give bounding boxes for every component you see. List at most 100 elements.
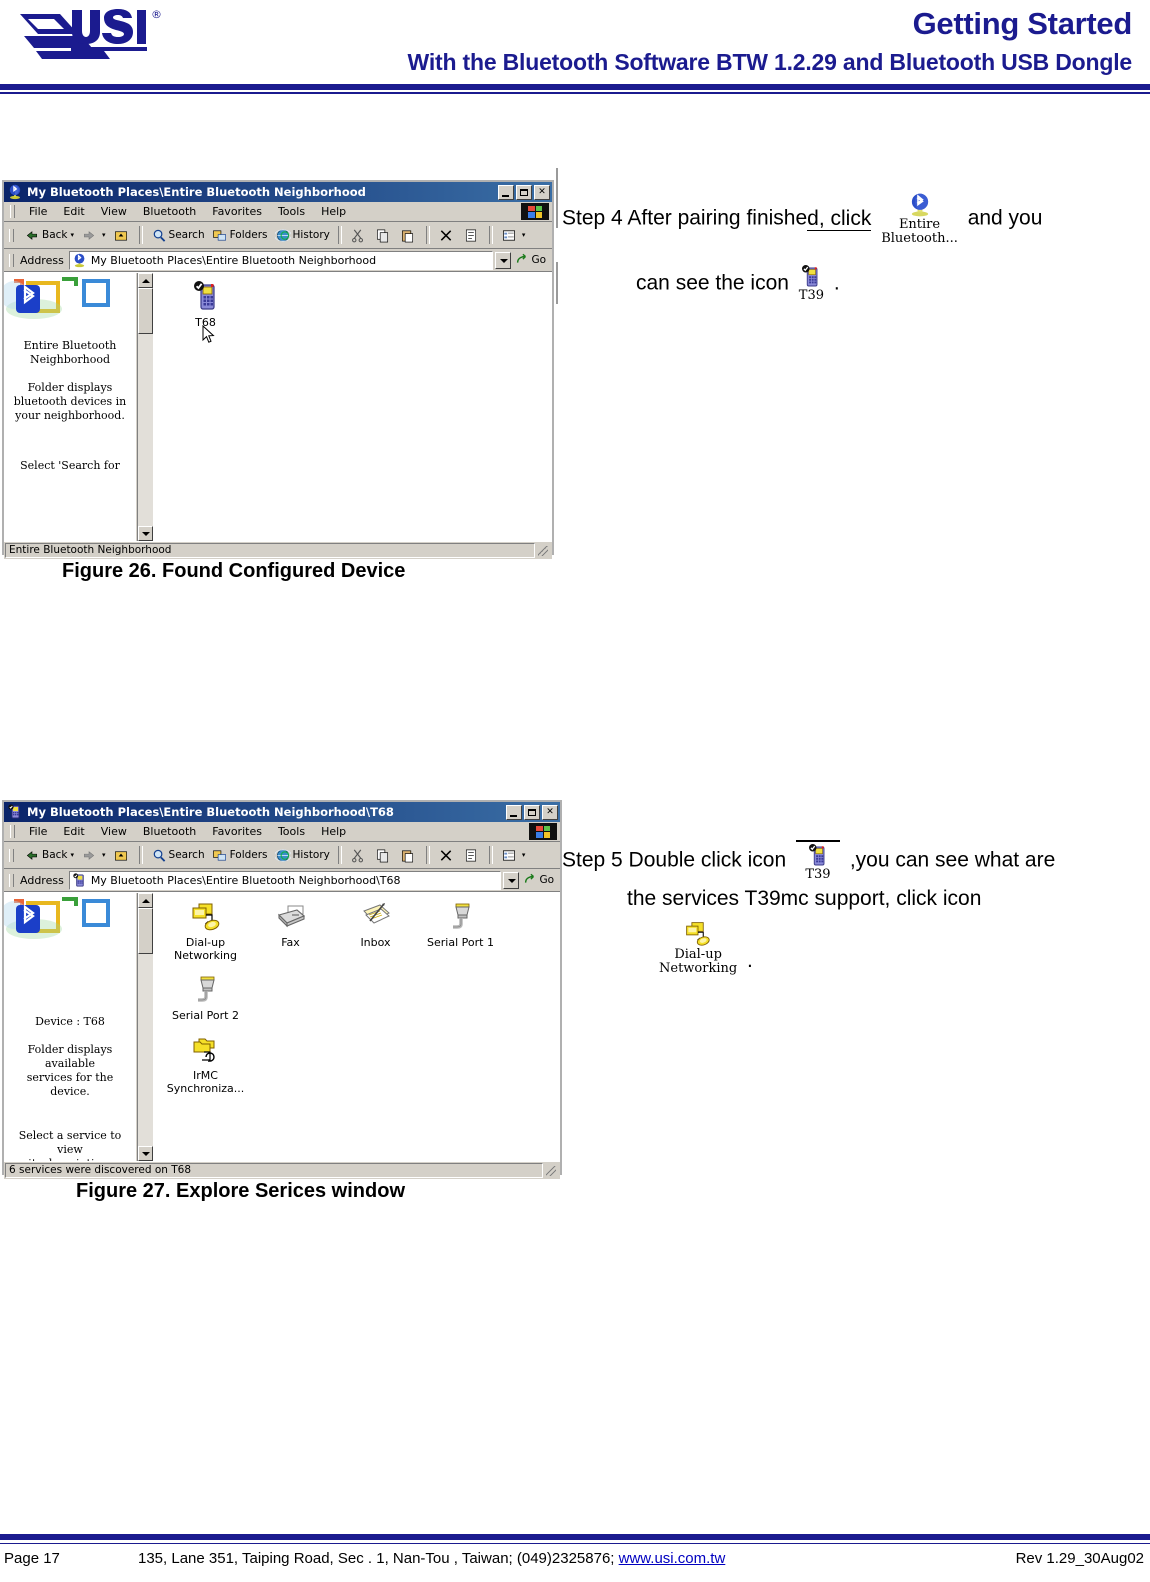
scroll-up-button[interactable] — [138, 893, 153, 908]
address-dropdown-button[interactable] — [503, 871, 520, 889]
chevron-down-icon[interactable]: ▾ — [71, 231, 75, 239]
delete-button[interactable] — [435, 227, 459, 244]
menu-favorites[interactable]: Favorites — [204, 205, 270, 218]
menu-tools[interactable]: Tools — [270, 205, 313, 218]
copy-button[interactable] — [372, 847, 396, 864]
back-button[interactable]: Back ▾ — [21, 227, 77, 244]
search-button[interactable]: Search — [148, 847, 208, 864]
views-button[interactable]: ▾ — [498, 847, 529, 864]
menu-bluetooth[interactable]: Bluetooth — [135, 205, 204, 218]
up-button[interactable] — [110, 227, 134, 244]
window2-toolbar[interactable]: Back ▾ ▾ Search Folders History ▾ — [4, 842, 560, 869]
window1-titlebar[interactable]: My Bluetooth Places\Entire Bluetooth Nei… — [4, 182, 552, 202]
menu-edit[interactable]: Edit — [55, 205, 92, 218]
t39-icon-group-step4[interactable]: T39 — [799, 265, 824, 303]
go-button[interactable]: Go — [520, 873, 560, 887]
address-input[interactable]: My Bluetooth Places\Entire Bluetooth Nei… — [68, 250, 494, 270]
cut-button[interactable] — [347, 847, 371, 864]
resize-grip[interactable] — [536, 544, 550, 558]
menu-file[interactable]: File — [21, 205, 55, 218]
chevron-down-icon[interactable]: ▾ — [102, 231, 106, 239]
window1-addressbar[interactable]: Address My Bluetooth Places\Entire Bluet… — [4, 249, 552, 272]
entire-bluetooth-icon-group[interactable]: Entire Bluetooth... — [881, 192, 958, 246]
close-button[interactable]: ✕ — [534, 184, 550, 200]
list-item[interactable]: Dial-up Networking — [163, 901, 248, 962]
window2-titlebar[interactable]: My Bluetooth Places\Entire Bluetooth Nei… — [4, 802, 560, 822]
chevron-down-icon[interactable]: ▾ — [522, 231, 526, 239]
window1-menubar[interactable]: File Edit View Bluetooth Favorites Tools… — [4, 202, 552, 222]
dialup-icon-group-step5[interactable]: Dial-up Networking — [659, 920, 737, 976]
address-grip[interactable] — [9, 253, 14, 267]
folders-button[interactable]: Folders — [209, 227, 271, 244]
copy-button[interactable] — [372, 227, 396, 244]
list-item[interactable]: T68 — [163, 281, 248, 329]
go-button[interactable]: Go — [512, 253, 552, 267]
folders-button[interactable]: Folders — [209, 847, 271, 864]
menu-edit[interactable]: Edit — [55, 825, 92, 838]
menu-favorites[interactable]: Favorites — [204, 825, 270, 838]
window2-filelist[interactable]: Dial-up Networking Fax Inbox Serial Port… — [153, 893, 560, 1161]
properties-button[interactable] — [460, 847, 484, 864]
maximize-button[interactable] — [524, 804, 540, 820]
address-dropdown-button[interactable] — [495, 251, 512, 269]
history-button[interactable]: History — [272, 847, 333, 864]
explorer-window-neighborhood[interactable]: My Bluetooth Places\Entire Bluetooth Nei… — [2, 180, 554, 559]
menu-grip[interactable] — [10, 205, 15, 218]
resize-grip[interactable] — [544, 1164, 558, 1178]
toolbar-grip[interactable] — [9, 848, 14, 862]
minimize-button[interactable] — [498, 184, 514, 200]
chevron-down-icon[interactable]: ▾ — [102, 851, 106, 859]
scroll-track[interactable] — [138, 334, 153, 526]
toolbar-grip[interactable] — [9, 228, 14, 242]
views-button[interactable]: ▾ — [498, 227, 529, 244]
menu-grip[interactable] — [10, 825, 15, 838]
menu-help[interactable]: Help — [313, 205, 354, 218]
menu-view[interactable]: View — [93, 825, 135, 838]
scroll-down-button[interactable] — [138, 526, 153, 541]
chevron-down-icon[interactable]: ▾ — [522, 851, 526, 859]
properties-button[interactable] — [460, 227, 484, 244]
up-button[interactable] — [110, 847, 134, 864]
window1-toolbar[interactable]: Back ▾ ▾ Search Folders History ▾ — [4, 222, 552, 249]
scroll-thumb[interactable] — [138, 288, 153, 334]
chevron-down-icon[interactable]: ▾ — [71, 851, 75, 859]
maximize-button[interactable] — [516, 184, 532, 200]
list-item[interactable]: Fax — [248, 901, 333, 962]
history-button[interactable]: History — [272, 227, 333, 244]
address-input[interactable]: My Bluetooth Places\Entire Bluetooth Nei… — [68, 870, 502, 890]
close-button[interactable]: ✕ — [542, 804, 558, 820]
menu-help[interactable]: Help — [313, 825, 354, 838]
window2-menubar[interactable]: File Edit View Bluetooth Favorites Tools… — [4, 822, 560, 842]
explorer-window-services[interactable]: My Bluetooth Places\Entire Bluetooth Nei… — [2, 800, 562, 1179]
menu-view[interactable]: View — [93, 205, 135, 218]
delete-button[interactable] — [435, 847, 459, 864]
window1-controls[interactable]: ✕ — [498, 184, 550, 200]
search-button[interactable]: Search — [148, 227, 208, 244]
cut-button[interactable] — [347, 227, 371, 244]
scroll-up-button[interactable] — [138, 273, 153, 288]
back-button[interactable]: Back ▾ — [21, 847, 77, 864]
window2-addressbar[interactable]: Address My Bluetooth Places\Entire Bluet… — [4, 869, 560, 892]
menu-tools[interactable]: Tools — [270, 825, 313, 838]
paste-button[interactable] — [397, 847, 421, 864]
footer-website-link[interactable]: www.usi.com.tw — [619, 1550, 726, 1567]
window1-filelist[interactable]: T68 — [153, 273, 552, 541]
list-item[interactable]: Inbox — [333, 901, 418, 962]
sidebar-scrollbar[interactable] — [137, 273, 153, 541]
paste-button[interactable] — [397, 227, 421, 244]
scroll-down-button[interactable] — [138, 1146, 153, 1161]
window2-controls[interactable]: ✕ — [506, 804, 558, 820]
list-item[interactable]: Serial Port 2 — [163, 974, 248, 1022]
forward-button[interactable]: ▾ — [78, 227, 109, 244]
t39-icon-group-step5[interactable]: T39 — [795, 840, 840, 882]
sidebar-scrollbar[interactable] — [137, 893, 153, 1161]
menu-bluetooth[interactable]: Bluetooth — [135, 825, 204, 838]
list-item[interactable]: Serial Port 1 — [418, 901, 503, 962]
address-grip[interactable] — [9, 873, 14, 887]
minimize-button[interactable] — [506, 804, 522, 820]
list-item[interactable]: IrMC Synchroniza... — [163, 1034, 248, 1095]
menu-file[interactable]: File — [21, 825, 55, 838]
scroll-track[interactable] — [138, 954, 153, 1146]
forward-button[interactable]: ▾ — [78, 847, 109, 864]
scroll-thumb[interactable] — [138, 908, 153, 954]
